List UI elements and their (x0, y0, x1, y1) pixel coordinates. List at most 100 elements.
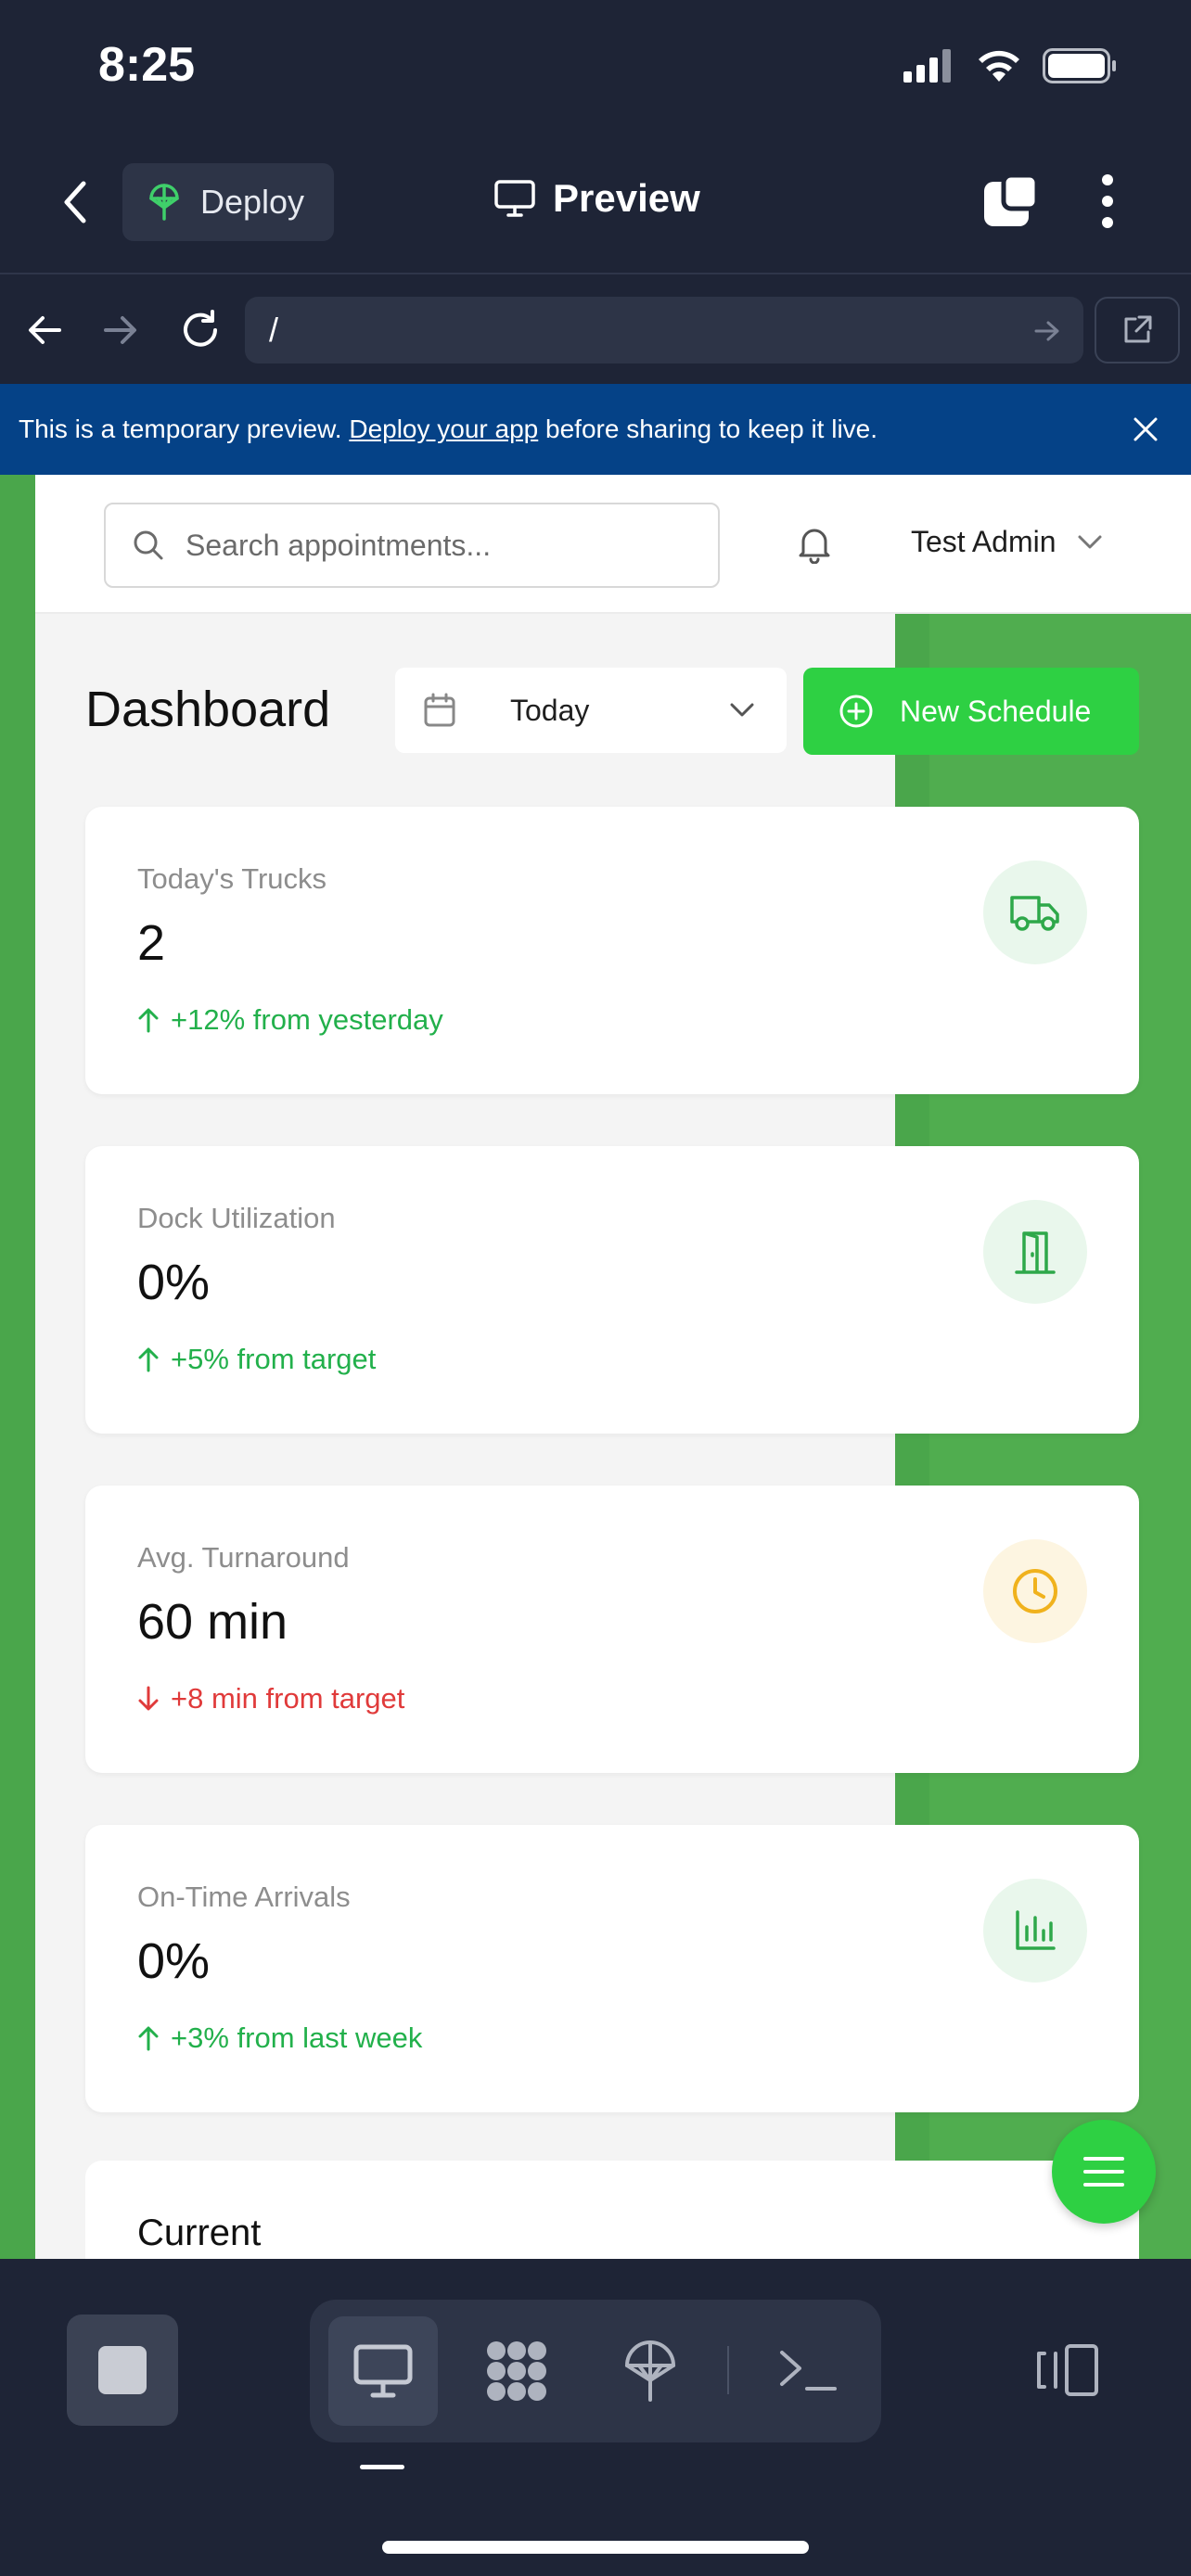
stat-change: +8 min from target (137, 1682, 404, 1715)
stat-icon-badge (983, 1200, 1087, 1304)
battery-icon (1043, 48, 1116, 83)
back-button[interactable] (58, 176, 95, 233)
banner-close-button[interactable] (1132, 415, 1159, 448)
new-schedule-label: New Schedule (900, 694, 1092, 728)
date-filter-value: Today (510, 693, 590, 727)
tabs-button[interactable] (981, 172, 1041, 235)
close-icon (1133, 417, 1158, 441)
tabs-icon (984, 172, 1040, 226)
door-icon (1015, 1231, 1056, 1274)
status-time: 8:25 (98, 38, 196, 92)
notifications-button[interactable] (796, 525, 833, 568)
status-icons (903, 48, 1117, 83)
preview-title: Preview (493, 176, 700, 221)
user-name: Test Admin (911, 525, 1057, 558)
stat-change-text: +8 min from target (171, 1682, 405, 1715)
external-link-icon (1124, 315, 1152, 343)
tool-deploy[interactable] (596, 2316, 705, 2426)
stat-change: +3% from last week (137, 2021, 422, 2055)
bar-chart-icon (1016, 1910, 1056, 1950)
arrow-right-icon (1034, 321, 1059, 341)
deploy-label: Deploy (200, 183, 305, 221)
stat-card-trucks: Today's Trucks 2 +12% from yesterday (85, 807, 1139, 1094)
home-indicator (382, 2541, 809, 2554)
deploy-icon (149, 184, 179, 221)
url-field[interactable]: / (245, 297, 1083, 363)
monitor-icon (353, 2344, 413, 2398)
stat-change-text: +12% from yesterday (171, 1003, 443, 1036)
stat-icon-badge (983, 1539, 1087, 1643)
url-text: / (269, 311, 279, 349)
stat-change: +12% from yesterday (137, 1003, 443, 1037)
truck-icon (1010, 896, 1059, 931)
deploy-icon (625, 2340, 675, 2402)
preview-banner: This is a temporary preview. Deploy your… (0, 384, 1191, 475)
stat-change-text: +3% from last week (171, 2021, 423, 2054)
terminal-icon (780, 2351, 837, 2391)
panel-layout-icon (1037, 2344, 1098, 2396)
stat-change: +5% from target (137, 1343, 376, 1376)
deploy-button[interactable]: Deploy (122, 163, 334, 241)
web-content: Search appointments... Test Admin Dashbo… (0, 475, 1191, 2259)
stop-icon (98, 2346, 147, 2394)
arrow-right-icon (104, 316, 136, 344)
cellular-signal-icon (903, 49, 951, 83)
layout-toggle-button[interactable] (1035, 2342, 1100, 2403)
new-schedule-button[interactable]: New Schedule (803, 668, 1139, 755)
reload-icon (184, 310, 217, 347)
stat-label: Avg. Turnaround (137, 1541, 350, 1574)
monitor-icon (494, 180, 535, 217)
green-sidebar-strip (0, 475, 35, 2259)
arrow-up-icon (138, 1008, 159, 1033)
banner-text-after: before sharing to keep it live. (538, 414, 878, 443)
preview-title-text: Preview (553, 176, 700, 220)
arrow-up-icon (138, 2026, 159, 2051)
date-filter-select[interactable]: Today (395, 668, 787, 753)
chevron-left-icon (64, 181, 86, 223)
stat-icon-badge (983, 1879, 1087, 1983)
browser-back-button[interactable] (26, 312, 63, 353)
search-placeholder: Search appointments... (186, 528, 492, 562)
stat-value: 0% (137, 1255, 211, 1310)
stat-value: 60 min (137, 1594, 288, 1650)
stat-label: Today's Trucks (137, 862, 327, 895)
search-icon (134, 530, 163, 560)
stat-card-on-time-arrivals: On-Time Arrivals 0% +3% from last week (85, 1825, 1139, 2112)
reload-button[interactable] (180, 310, 221, 355)
menu-icon (1083, 2157, 1124, 2187)
calendar-icon (424, 693, 455, 727)
user-menu[interactable]: Test Admin (911, 525, 1103, 559)
bell-icon (799, 529, 830, 565)
arrow-down-icon (138, 1686, 159, 1711)
tool-preview[interactable] (328, 2316, 438, 2426)
deploy-app-link[interactable]: Deploy your app (349, 414, 538, 444)
tool-shell[interactable] (753, 2316, 863, 2426)
page-title: Dashboard (85, 682, 331, 737)
menu-fab-button[interactable] (1052, 2120, 1156, 2224)
more-vertical-icon (1102, 174, 1113, 228)
arrow-up-icon (138, 1347, 159, 1372)
stat-change-text: +5% from target (171, 1343, 377, 1375)
workflows-icon (487, 2341, 546, 2401)
stat-card-turnaround: Avg. Turnaround 60 min +8 min from targe… (85, 1486, 1139, 1773)
open-external-button[interactable] (1095, 297, 1180, 363)
stat-label: Dock Utilization (137, 1202, 336, 1234)
tool-separator (727, 2346, 729, 2394)
stat-card-dock-utilization: Dock Utilization 0% +5% from target (85, 1146, 1139, 1434)
stat-value: 0% (137, 1933, 211, 1989)
stat-icon-badge (983, 861, 1087, 964)
search-input[interactable]: Search appointments... (104, 503, 720, 588)
active-tool-indicator (360, 2465, 404, 2469)
more-options-button[interactable] (1098, 172, 1117, 235)
stat-value: 2 (137, 915, 166, 971)
plus-circle-icon (839, 695, 873, 728)
banner-text-before: This is a temporary preview. (19, 414, 350, 443)
stop-button[interactable] (67, 2315, 178, 2426)
tool-workflows[interactable] (462, 2316, 571, 2426)
browser-forward-button[interactable] (102, 312, 139, 353)
chevron-down-icon (1078, 535, 1102, 548)
top-divider (0, 273, 1191, 274)
current-section-card: Current (85, 2161, 1139, 2259)
go-button[interactable] (1033, 317, 1061, 350)
section-title: Current (137, 2213, 262, 2253)
